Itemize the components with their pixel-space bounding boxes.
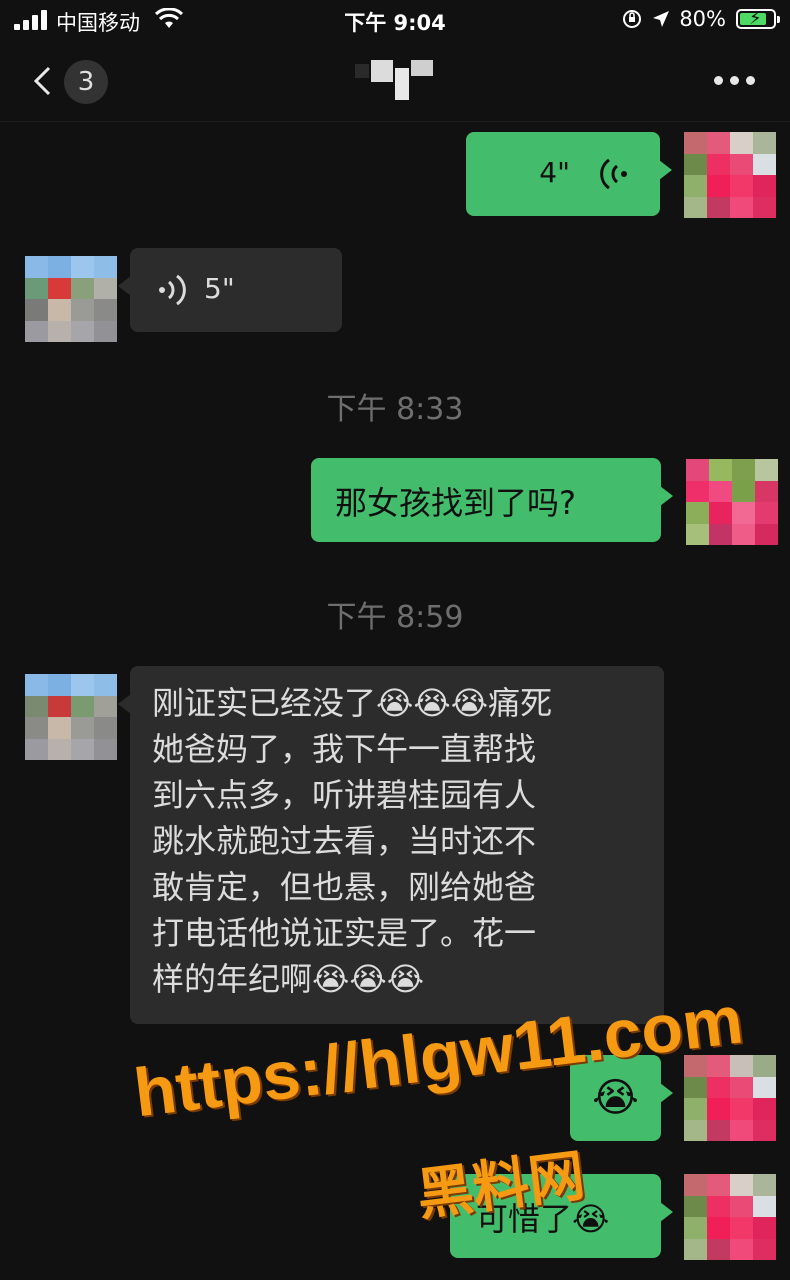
chat-header: 3 — [0, 40, 790, 122]
back-button[interactable]: 3 — [26, 58, 116, 104]
timestamp: 下午 8:59 — [326, 600, 464, 635]
outgoing-text-message[interactable]: 那女孩找到了吗? — [311, 458, 673, 542]
battery-icon: ⚡ — [736, 8, 780, 29]
timestamp: 下午 8:33 — [326, 392, 464, 427]
voice-wave-icon — [159, 274, 186, 306]
message-line: 刚证实已经没了😭😭😭痛死 — [152, 684, 553, 722]
outgoing-emoji-message[interactable]: 😭 — [570, 1055, 673, 1141]
message-line: 打电话他说证实是了。花一 — [152, 914, 537, 952]
message-line: 敢肯定，但也悬，刚给她爸 — [152, 868, 537, 906]
unread-count-badge: 3 — [64, 60, 108, 104]
crying-emoji-icon: 😭 — [592, 1075, 639, 1121]
outgoing-text-message[interactable]: 可惜了😭 — [450, 1174, 673, 1258]
message-line: 到六点多，听讲碧桂园有人 — [152, 776, 537, 814]
location-arrow-icon — [653, 11, 670, 27]
voice-duration: 5" — [204, 272, 235, 305]
chat-screen: 中国移动 下午 9:04 80% ⚡ 3 4" 5" 下午 8:33 那女孩找到… — [0, 0, 790, 1280]
battery-percent: 80% — [679, 7, 726, 31]
voice-duration: 4" — [539, 156, 570, 189]
my-avatar[interactable] — [684, 1174, 776, 1260]
incoming-text-message[interactable]: 刚证实已经没了😭😭😭痛死 她爸妈了，我下午一直帮找 到六点多，听讲碧桂园有人 跳… — [118, 666, 664, 1024]
message-text: 那女孩找到了吗? — [335, 484, 576, 522]
status-bar: 中国移动 下午 9:04 80% ⚡ — [0, 0, 790, 40]
rotation-lock-icon — [623, 10, 642, 28]
my-avatar[interactable] — [684, 1055, 776, 1141]
message-text: 可惜了😭 — [476, 1200, 610, 1238]
incoming-voice-message[interactable]: 5" — [118, 248, 342, 332]
message-line: 跳水就跑过去看，当时还不 — [152, 822, 537, 860]
chat-title-redacted — [355, 58, 435, 102]
contact-avatar[interactable] — [25, 674, 117, 760]
my-avatar[interactable] — [684, 132, 776, 218]
message-line: 样的年纪啊😭😭😭 — [152, 960, 425, 998]
chevron-left-icon — [33, 66, 51, 96]
more-options-button[interactable] — [714, 76, 756, 86]
contact-avatar[interactable] — [25, 256, 117, 342]
message-line: 她爸妈了，我下午一直帮找 — [152, 730, 537, 768]
voice-wave-icon — [600, 158, 627, 190]
charging-bolt-icon: ⚡ — [749, 8, 762, 29]
outgoing-voice-message[interactable]: 4" — [466, 132, 672, 216]
my-avatar[interactable] — [686, 459, 778, 545]
